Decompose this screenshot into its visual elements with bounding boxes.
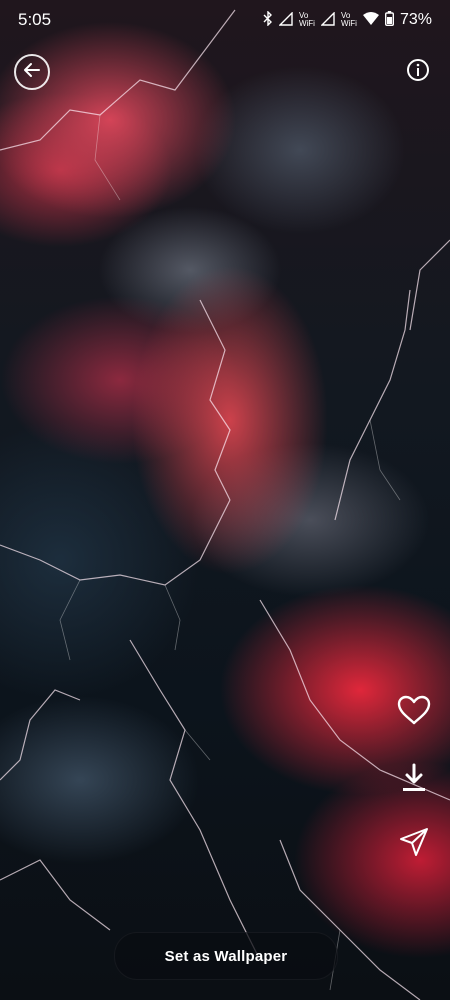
wifi-icon: [362, 12, 379, 28]
download-icon: [401, 763, 427, 798]
status-icons: Vo WiFi Vo WiFi 73%: [263, 10, 432, 29]
bluetooth-icon: [263, 10, 273, 29]
status-bar: 5:05 Vo WiFi Vo WiFi 73%: [0, 0, 450, 40]
set-as-wallpaper-button[interactable]: Set as Wallpaper: [114, 932, 338, 980]
heart-icon: [397, 695, 431, 730]
battery-percent: 73%: [399, 11, 432, 28]
back-arrow-icon: [23, 61, 41, 84]
info-button[interactable]: [404, 58, 432, 86]
signal-icon-2: [320, 10, 335, 29]
vowifi-label: Vo WiFi: [298, 11, 315, 28]
back-button[interactable]: [14, 54, 50, 90]
set-as-wallpaper-label: Set as Wallpaper: [164, 947, 288, 965]
send-icon: [399, 827, 429, 862]
vowifi-label-2: Vo WiFi: [340, 11, 357, 28]
wallpaper-image: [0, 0, 450, 1000]
signal-icon: [278, 10, 293, 29]
battery-icon: [384, 11, 394, 29]
status-time: 5:05: [18, 10, 52, 29]
lightning-bolts: [0, 9, 450, 1000]
download-button[interactable]: [396, 762, 432, 798]
share-button[interactable]: [396, 826, 432, 862]
favorite-button[interactable]: [396, 694, 432, 730]
info-icon: [406, 58, 430, 87]
